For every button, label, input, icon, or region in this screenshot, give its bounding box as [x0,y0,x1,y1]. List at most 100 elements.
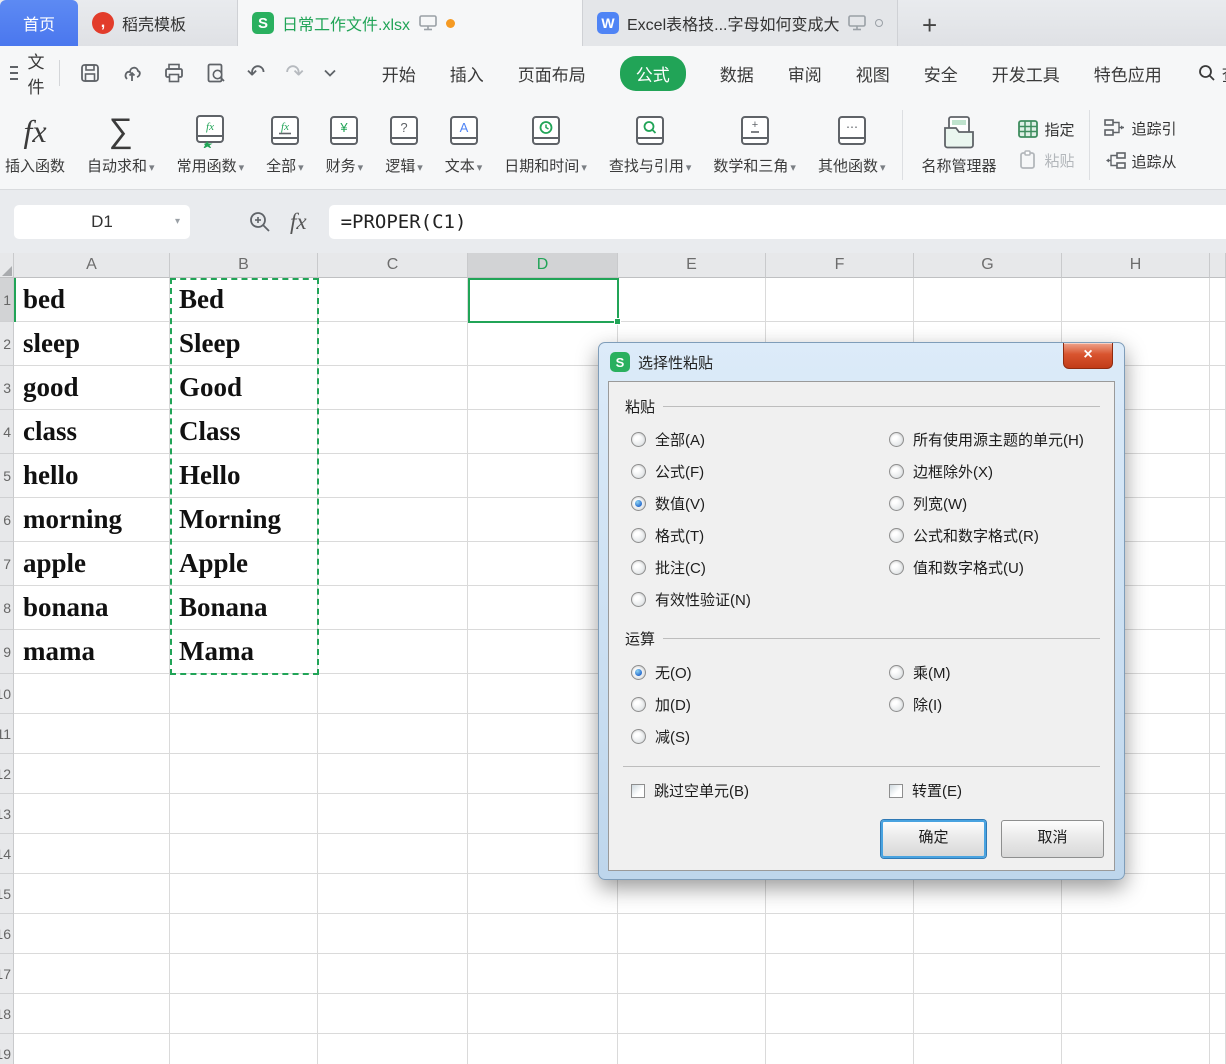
dialog-title-bar[interactable]: S 选择性粘贴 [599,343,1124,381]
cell[interactable] [318,498,468,542]
cell[interactable]: bed [14,278,170,322]
export-icon[interactable] [121,62,143,84]
cell[interactable] [318,322,468,366]
cell[interactable] [14,674,170,714]
cell[interactable] [1062,1034,1210,1064]
column-header-partial[interactable] [1210,253,1226,278]
menu-data[interactable]: 数据 [720,61,754,86]
cell[interactable] [1062,278,1210,322]
radio-paste-source-theme[interactable]: 所有使用源主题的单元(H) [889,429,1084,450]
ribbon-insert-function[interactable]: fx 插入函数 [0,113,76,176]
cell[interactable] [170,714,318,754]
ribbon-logical[interactable]: ? 逻辑 ▾ [374,113,434,176]
cell[interactable] [170,994,318,1034]
cell[interactable] [1210,714,1226,754]
cell[interactable] [468,714,618,754]
name-box-caret-icon[interactable]: ▾ [175,216,180,227]
row-header[interactable]: 19 [0,1034,14,1064]
new-tab-button[interactable]: + [922,12,937,38]
checkbox-transpose[interactable]: 转置(E) [889,780,962,801]
menu-security[interactable]: 安全 [924,61,958,86]
cell[interactable] [914,994,1062,1034]
cancel-button[interactable]: 取消 [1001,820,1104,858]
menu-formulas-active[interactable]: 公式 [619,55,686,91]
cell[interactable] [914,954,1062,994]
search-command[interactable]: 查找命 [1198,61,1226,86]
tab-workbook[interactable]: S 日常工作文件.xlsx [238,0,583,46]
cell[interactable] [318,794,468,834]
row-header[interactable]: 17 [0,954,14,994]
cell[interactable] [318,278,468,322]
cell[interactable] [170,794,318,834]
row-header[interactable]: 9 [0,630,14,674]
menu-dev-tools[interactable]: 开发工具 [992,61,1060,86]
ribbon-assign[interactable]: 指定 [1017,119,1075,140]
cell[interactable] [318,714,468,754]
cell[interactable] [914,874,1062,914]
cell[interactable] [1210,834,1226,874]
cell[interactable]: bonana [14,586,170,630]
cell[interactable] [766,1034,914,1064]
menu-start[interactable]: 开始 [382,61,416,86]
select-all-corner[interactable] [0,253,14,278]
cell[interactable] [14,914,170,954]
cell[interactable] [468,498,618,542]
ribbon-other-functions[interactable]: ⋯ 其他函数 ▾ [807,113,897,176]
tab-docer-templates[interactable]: , 稻壳模板 [78,0,238,46]
radio-paste-column-widths[interactable]: 列宽(W) [889,493,967,514]
column-header-f[interactable]: F [766,253,914,278]
cell[interactable] [318,630,468,674]
cell[interactable] [468,954,618,994]
cell[interactable] [14,834,170,874]
cell[interactable] [468,754,618,794]
radio-op-multiply[interactable]: 乘(M) [889,662,951,683]
radio-paste-formulas-number-formats[interactable]: 公式和数字格式(R) [889,525,1039,546]
cell[interactable] [468,874,618,914]
cell[interactable] [318,366,468,410]
radio-op-divide[interactable]: 除(I) [889,694,942,715]
column-header-g[interactable]: G [914,253,1062,278]
cell[interactable] [170,834,318,874]
cell[interactable] [468,366,618,410]
radio-paste-values-number-formats[interactable]: 值和数字格式(U) [889,557,1024,578]
cell[interactable] [468,674,618,714]
row-header[interactable]: 8 [0,586,14,630]
menu-view[interactable]: 视图 [856,61,890,86]
cell[interactable] [170,874,318,914]
cell[interactable] [318,754,468,794]
row-header[interactable]: 15 [0,874,14,914]
cell[interactable] [1062,954,1210,994]
column-header-c[interactable]: C [318,253,468,278]
cell[interactable] [318,994,468,1034]
cell[interactable] [1062,874,1210,914]
row-header[interactable]: 6 [0,498,14,542]
menu-file[interactable]: 文件 [28,48,45,98]
cell[interactable] [1062,994,1210,1034]
row-header[interactable]: 16 [0,914,14,954]
ribbon-all-functions[interactable]: fx 全部 ▾ [255,113,315,176]
tab-home[interactable]: 首页 [0,0,78,46]
cell[interactable] [468,630,618,674]
radio-paste-comments[interactable]: 批注(C) [631,557,706,578]
cell[interactable] [1210,954,1226,994]
cell[interactable]: Hello [170,454,318,498]
row-header[interactable]: 12 [0,754,14,794]
row-header[interactable]: 1 [0,278,14,322]
menu-review[interactable]: 审阅 [788,61,822,86]
radio-paste-values[interactable]: 数值(V) [631,493,705,514]
cell[interactable] [468,586,618,630]
cell[interactable] [766,874,914,914]
cell[interactable] [1062,914,1210,954]
column-header-e[interactable]: E [618,253,766,278]
cell[interactable]: Sleep [170,322,318,366]
cell[interactable]: Class [170,410,318,454]
cell[interactable] [618,914,766,954]
ribbon-financial[interactable]: ¥ 财务 ▾ [315,113,375,176]
cell[interactable] [914,914,1062,954]
ribbon-name-manager[interactable]: 名称管理器 [909,114,1008,176]
radio-op-subtract[interactable]: 减(S) [631,726,690,747]
cell[interactable] [170,954,318,994]
cell[interactable] [318,542,468,586]
column-header-b[interactable]: B [170,253,318,278]
cell[interactable] [468,542,618,586]
